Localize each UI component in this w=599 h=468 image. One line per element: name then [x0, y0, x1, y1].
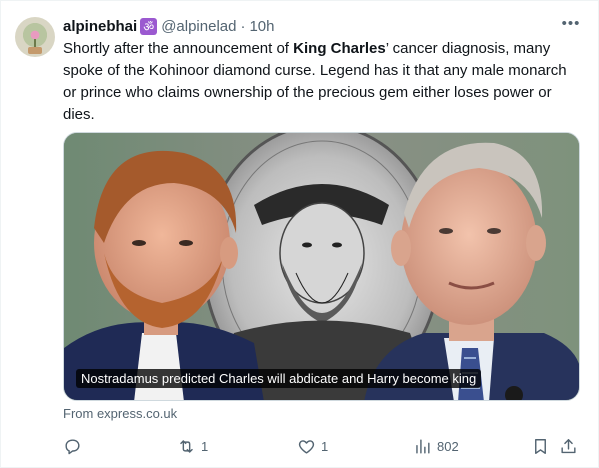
- avatar-flower-pot: [28, 47, 42, 54]
- tweet-header: alpinebhai ॐ @alpinelad · 10h: [63, 16, 275, 36]
- author-display-name[interactable]: alpinebhai: [63, 18, 137, 35]
- heart-icon: [298, 439, 315, 454]
- tweet-text-part1: Shortly after the announcement of: [63, 40, 294, 57]
- bookmark-button[interactable]: [531, 433, 550, 459]
- om-symbol-icon: ॐ: [140, 17, 158, 35]
- media-caption: Nostradamus predicted Charles will abdic…: [76, 369, 482, 388]
- like-count: 1: [321, 438, 329, 454]
- tweet-card[interactable]: alpinebhai ॐ @alpinelad · 10h ••• Shortl…: [0, 0, 599, 468]
- bookmark-icon: [535, 438, 546, 454]
- like-button[interactable]: 1: [297, 433, 328, 459]
- tweet-text: Shortly after the announcement of King C…: [63, 38, 583, 126]
- retweet-button[interactable]: 1: [177, 433, 208, 459]
- tweet-text-bold: King Charles: [293, 40, 386, 57]
- header-separator: ·: [240, 17, 246, 35]
- link-source[interactable]: From express.co.uk: [63, 406, 177, 421]
- retweet-icon: [180, 439, 193, 453]
- action-bar: 1 1 802: [63, 433, 583, 459]
- views-button[interactable]: 802: [413, 433, 459, 459]
- views-count: 802: [437, 438, 459, 454]
- share-button[interactable]: [559, 433, 578, 459]
- author-handle[interactable]: @alpinelad: [161, 18, 236, 35]
- media-illustration: [64, 133, 579, 400]
- media-card-image[interactable]: Nostradamus predicted Charles will abdic…: [63, 132, 580, 401]
- retweet-count: 1: [201, 438, 209, 454]
- avatar[interactable]: [15, 17, 55, 57]
- reply-icon: [65, 438, 80, 454]
- share-icon: [561, 438, 576, 453]
- more-options-button[interactable]: •••: [561, 16, 581, 33]
- views-bar-chart-icon: [416, 438, 430, 454]
- reply-button[interactable]: [63, 433, 82, 459]
- more-options-icon: •••: [561, 15, 581, 32]
- tweet-timestamp[interactable]: 10h: [249, 18, 274, 35]
